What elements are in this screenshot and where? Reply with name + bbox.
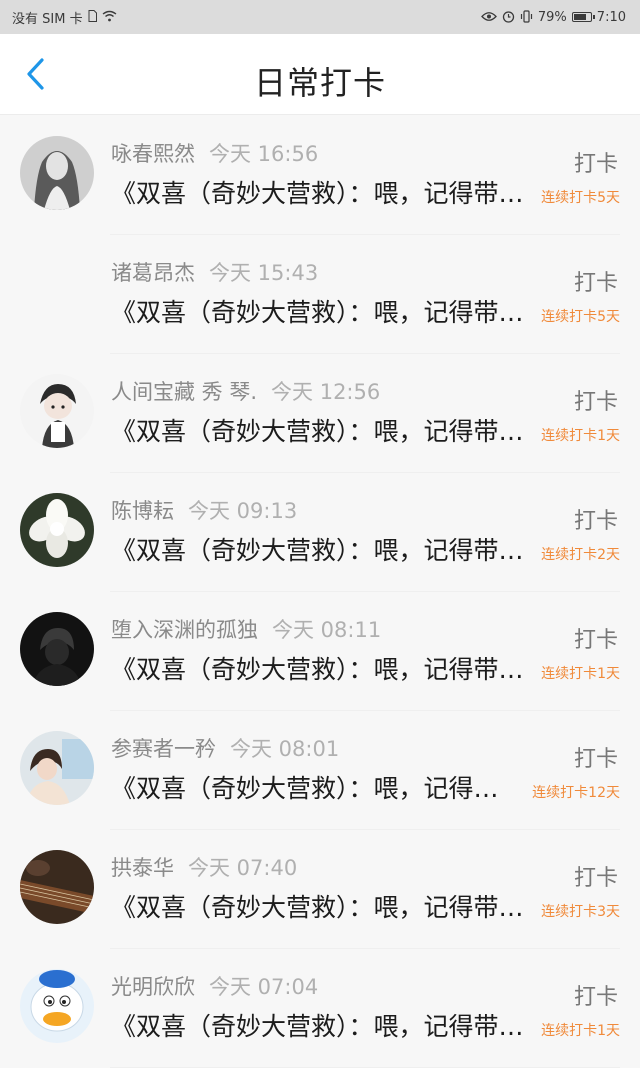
timestamp: 今天 07:40 [188, 856, 298, 880]
avatar[interactable] [20, 255, 94, 329]
streak-label: 连续打卡1天 [541, 666, 620, 682]
timestamp: 今天 12:56 [271, 380, 381, 404]
vibrate-icon [520, 9, 533, 25]
meta-line: 堕入深渊的孤独 今天 08:11 [111, 614, 381, 644]
message-text[interactable]: 《双喜（奇妙大营救）：喂，记得带上你的…… [111, 412, 541, 448]
user-name[interactable]: 咏春熙然 [111, 142, 195, 166]
user-name[interactable]: 光明欣欣 [111, 975, 195, 999]
timestamp: 今天 08:11 [272, 618, 382, 642]
list-item[interactable]: 咏春熙然今天 16:56 《双喜（奇妙大营救）：喂，记得带上你的…… 打卡 连续… [0, 116, 640, 235]
streak-label: 连续打卡1天 [541, 428, 620, 444]
meta-line: 参赛者一矜 今天 08:01 [111, 733, 339, 763]
avatar[interactable] [20, 850, 94, 924]
user-name[interactable]: 堕入深渊的孤独 [111, 618, 258, 642]
carrier-text: 没有 SIM 卡 [12, 11, 83, 27]
alarm-icon [502, 10, 515, 25]
avatar[interactable] [20, 374, 94, 448]
list-item[interactable]: 光明欣欣今天 07:04 《双喜（奇妙大营救）：喂，记得带上你的…… 打卡 连续… [0, 949, 640, 1068]
meta-line: 陈博耘 今天 09:13 [111, 495, 297, 525]
avatar[interactable] [20, 493, 94, 567]
eye-icon [481, 11, 497, 24]
streak-label: 连续打卡5天 [541, 309, 620, 325]
message-text[interactable]: 《双喜（奇妙大营救）：喂，记得带上你的…… [111, 769, 509, 805]
status-right: 79% 7:10 [481, 10, 626, 25]
checkin-button[interactable]: 打卡 [574, 860, 618, 892]
wifi-icon [102, 10, 117, 24]
avatar[interactable] [20, 612, 94, 686]
streak-label: 连续打卡2天 [541, 547, 620, 563]
meta-line: 诸葛昂杰 今天 15:43 [111, 257, 318, 287]
list-item[interactable]: 堕入深渊的孤独今天 08:11 《双喜（奇妙大营救）：喂，记得带上你的…… 打卡… [0, 592, 640, 711]
nav-bar: 日常打卡 [0, 34, 640, 115]
message-text[interactable]: 《双喜（奇妙大营救）：喂，记得带上你的…… [111, 1007, 541, 1043]
sim-card-icon [88, 10, 97, 24]
meta-line: 咏春熙然 今天 16:56 [111, 138, 318, 168]
checkin-button[interactable]: 打卡 [574, 503, 618, 535]
checkin-button[interactable]: 打卡 [574, 622, 618, 654]
avatar[interactable] [20, 969, 94, 1043]
user-name[interactable]: 人间宝藏 秀 琴. [111, 380, 257, 404]
streak-label: 连续打卡1天 [541, 1023, 620, 1039]
user-name[interactable]: 参赛者一矜 [111, 737, 216, 761]
message-text[interactable]: 《双喜（奇妙大营救）：喂，记得带上你的…… [111, 293, 541, 329]
meta-line: 光明欣欣 今天 07:04 [111, 971, 318, 1001]
checkin-button[interactable]: 打卡 [574, 979, 618, 1011]
timestamp: 今天 16:56 [209, 142, 319, 166]
battery-percent: 79% [537, 9, 567, 25]
checkin-button[interactable]: 打卡 [574, 741, 618, 773]
list-item[interactable]: 诸葛昂杰今天 15:43 《双喜（奇妙大营救）：喂，记得带上你的…… 打卡 连续… [0, 235, 640, 354]
meta-line: 拱泰华 今天 07:40 [111, 852, 297, 882]
battery-icon [571, 12, 595, 22]
list-item[interactable]: 陈博耘今天 09:13 《双喜（奇妙大营救）：喂，记得带上你的…… 打卡 连续打… [0, 473, 640, 592]
user-name[interactable]: 拱泰华 [111, 856, 174, 880]
meta-line: 人间宝藏 秀 琴. 今天 12:56 [111, 376, 380, 406]
timestamp: 今天 07:04 [209, 975, 319, 999]
streak-label: 连续打卡5天 [541, 190, 620, 206]
checkin-button[interactable]: 打卡 [574, 146, 618, 178]
timestamp: 今天 08:01 [230, 737, 340, 761]
message-text[interactable]: 《双喜（奇妙大营救）：喂，记得带上你的…… [111, 888, 541, 924]
timestamp: 今天 15:43 [209, 261, 319, 285]
status-bar: 没有 SIM 卡 79% 7:10 [0, 0, 640, 34]
user-name[interactable]: 陈博耘 [111, 499, 174, 523]
user-name[interactable]: 诸葛昂杰 [111, 261, 195, 285]
checkin-list: 咏春熙然今天 16:56 《双喜（奇妙大营救）：喂，记得带上你的…… 打卡 连续… [0, 116, 640, 1068]
clock: 7:10 [596, 9, 626, 25]
battery-level [573, 14, 587, 20]
avatar[interactable] [20, 136, 94, 210]
streak-label: 连续打卡3天 [541, 904, 620, 920]
list-item[interactable]: 拱泰华今天 07:40 《双喜（奇妙大营救）：喂，记得带上你的…… 打卡 连续打… [0, 830, 640, 949]
checkin-button[interactable]: 打卡 [574, 384, 618, 416]
page-title: 日常打卡 [253, 64, 386, 102]
streak-label: 连续打卡12天 [532, 785, 620, 801]
checkin-button[interactable]: 打卡 [574, 265, 618, 297]
list-item[interactable]: 人间宝藏 秀 琴.今天 12:56 《双喜（奇妙大营救）：喂，记得带上你的…… … [0, 354, 640, 473]
status-left: 没有 SIM 卡 [12, 8, 117, 27]
message-text[interactable]: 《双喜（奇妙大营救）：喂，记得带上你的…… [111, 650, 541, 686]
timestamp: 今天 09:13 [188, 499, 298, 523]
avatar[interactable] [20, 731, 94, 805]
list-item[interactable]: 参赛者一矜今天 08:01 《双喜（奇妙大营救）：喂，记得带上你的…… 打卡 连… [0, 711, 640, 830]
message-text[interactable]: 《双喜（奇妙大营救）：喂，记得带上你的…… [111, 174, 541, 210]
message-text[interactable]: 《双喜（奇妙大营救）：喂，记得带上你的…… [111, 531, 541, 567]
